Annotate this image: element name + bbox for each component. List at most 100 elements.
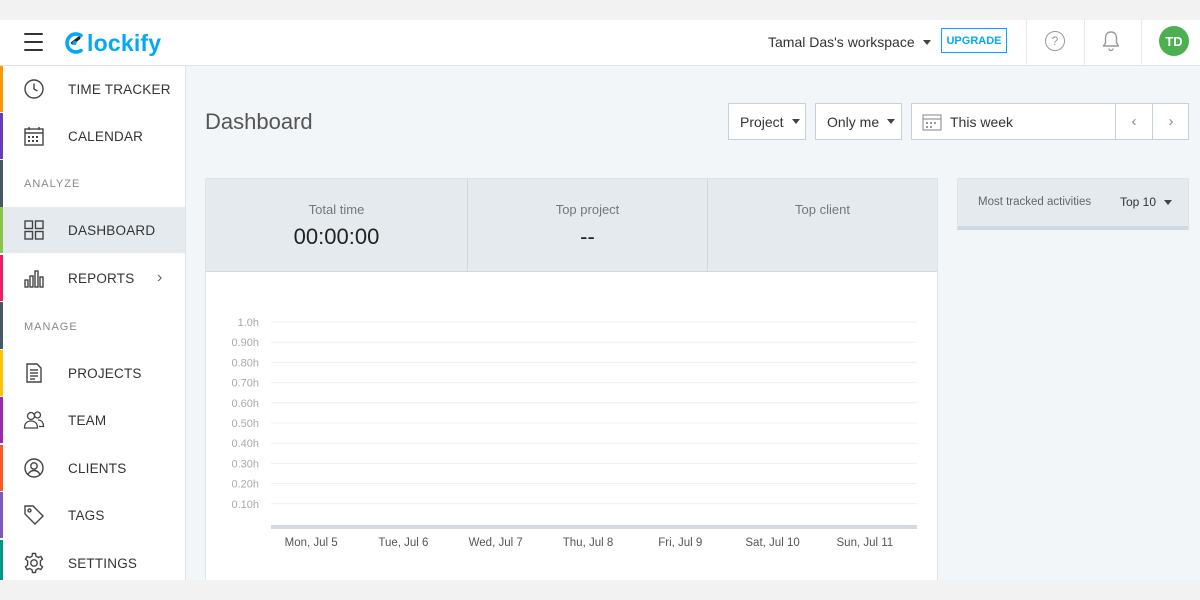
nav-stripe [0,66,3,112]
section-stripe [0,302,3,349]
y-tick-label: 0.10h [231,499,259,511]
y-tick-label: 0.70h [231,378,259,390]
x-tick-label: Wed, Jul 7 [469,537,523,549]
bar-chart-icon [24,270,44,288]
sidebar-item-label: PROJECTS [68,365,142,381]
topbar-divider [1026,20,1027,66]
y-tick-label: 0.50h [231,418,259,430]
sidebar-item-clients[interactable]: CLIENTS [0,445,185,491]
stats-row: Total time 00:00:00 Top project -- Top c… [206,179,937,272]
x-tick-label: Thu, Jul 8 [563,537,614,549]
previous-week-button[interactable]: ‹ [1115,104,1152,139]
x-tick-label: Fri, Jul 9 [658,537,702,549]
stat-total-time: Total time 00:00:00 [206,179,467,272]
sidebar-item-label: TEAM [68,412,107,428]
x-tick-label: Sun, Jul 11 [837,537,894,549]
sidebar-item-team[interactable]: TEAM [0,397,185,443]
tag-icon [24,505,44,525]
time-bar-chart: 0.10h 0.20h 0.30h 0.40h 0.50h 0.60h 0.70h 0.80h… [231,317,917,549]
avatar[interactable]: TD [1159,26,1189,56]
y-tick-label: 1.0h [238,317,259,329]
scope-value: Only me [827,113,880,130]
dashboard-grid-icon [24,220,44,240]
sidebar-item-dashboard[interactable]: DASHBOARD [0,207,185,253]
topbar-divider [1084,20,1085,66]
stat-top-project: Top project -- [468,179,707,272]
calendar-icon [24,127,44,146]
date-range-picker[interactable]: This week ‹ › [911,103,1189,140]
client-icon [24,458,44,478]
y-tick-label: 0.80h [231,357,259,369]
dashboard-panel: Total time 00:00:00 Top project -- Top c… [205,178,938,580]
sidebar-item-label: TIME TRACKER [68,81,171,97]
nav-stripe [0,113,3,159]
stat-value: 00:00:00 [293,224,380,249]
stat-label: Top project [555,202,620,217]
gear-icon [24,552,44,574]
chevron-right-icon: › [1168,113,1174,130]
y-tick-label: 0.90h [231,337,259,349]
stat-top-client: Top client [708,179,937,272]
x-tick-label: Sat, Jul 10 [745,537,799,549]
workspace-name: Tamal Das's workspace [768,34,915,50]
sidebar-item-reports[interactable]: REPORTS › [0,255,185,301]
chevron-down-icon [791,119,800,124]
nav-stripe [0,397,3,443]
stat-label: Top client [795,202,850,217]
section-label-manage: MANAGE [24,321,78,333]
x-tick-label: Tue, Jul 6 [378,537,428,549]
clockify-logo-icon [65,32,83,54]
group-by-dropdown[interactable]: Project [728,103,806,140]
sidebar-item-time-tracker[interactable]: TIME TRACKER [0,66,185,112]
most-tracked-card: Most tracked activities Top 10 [957,178,1189,230]
chevron-right-icon: › [157,269,163,286]
sidebar-item-settings[interactable]: SETTINGS [0,540,185,580]
sidebar-item-projects[interactable]: PROJECTS [0,350,185,396]
scope-dropdown[interactable]: Only me [815,103,902,140]
nav-stripe [0,350,3,396]
sidebar-item-tags[interactable]: TAGS [0,492,185,538]
chevron-down-icon [1164,199,1173,205]
sidebar-item-label: DASHBOARD [68,222,156,238]
next-week-button[interactable]: › [1152,104,1189,139]
bell-icon[interactable] [1102,30,1120,52]
y-tick-label: 0.40h [231,438,259,450]
date-range-value: This week [950,114,1014,130]
logo-text: lockify [87,29,162,56]
top-n-dropdown[interactable]: Top 10 [1120,195,1173,209]
chevron-down-icon [922,39,931,45]
nav-stripe [0,207,3,253]
sidebar: TIME TRACKER CALENDAR ANALYZE DASHBOARD … [0,66,186,580]
sidebar-item-calendar[interactable]: CALENDAR [0,113,185,159]
sidebar-item-label: TAGS [68,507,105,523]
section-stripe [0,160,3,207]
help-glyph: ? [1051,34,1059,48]
hamburger-menu-icon[interactable] [24,33,43,51]
section-label-analyze: ANALYZE [24,178,81,190]
help-icon[interactable]: ? [1045,31,1065,51]
stat-value: -- [580,224,595,249]
y-tick-label: 0.60h [231,398,259,410]
chevron-left-icon: ‹ [1131,113,1137,130]
chevron-down-icon [887,119,896,124]
clock-icon [24,79,44,99]
sidebar-item-label: SETTINGS [68,555,138,571]
clockify-logo[interactable]: lockify [64,29,161,57]
most-tracked-label: Most tracked activities [978,196,1092,208]
sidebar-item-label: CLIENTS [68,460,127,476]
x-tick-label: Mon, Jul 5 [285,537,338,549]
nav-stripe [0,255,3,301]
page-title: Dashboard [205,109,313,134]
stat-label: Total time [308,202,365,217]
sidebar-item-label: CALENDAR [68,128,144,144]
y-tick-label: 0.20h [231,479,259,491]
upgrade-button[interactable]: UPGRADE [941,28,1007,53]
team-icon [23,411,45,429]
y-tick-label: 0.30h [231,458,259,470]
app-window: lockify Tamal Das's workspace UPGRADE ? … [0,20,1200,580]
workspace-selector[interactable]: Tamal Das's workspace [768,34,931,50]
nav-stripe [0,445,3,491]
top-bar: lockify Tamal Das's workspace UPGRADE ? … [0,20,1200,66]
calendar-icon [922,114,942,131]
group-by-value: Project [740,113,784,130]
